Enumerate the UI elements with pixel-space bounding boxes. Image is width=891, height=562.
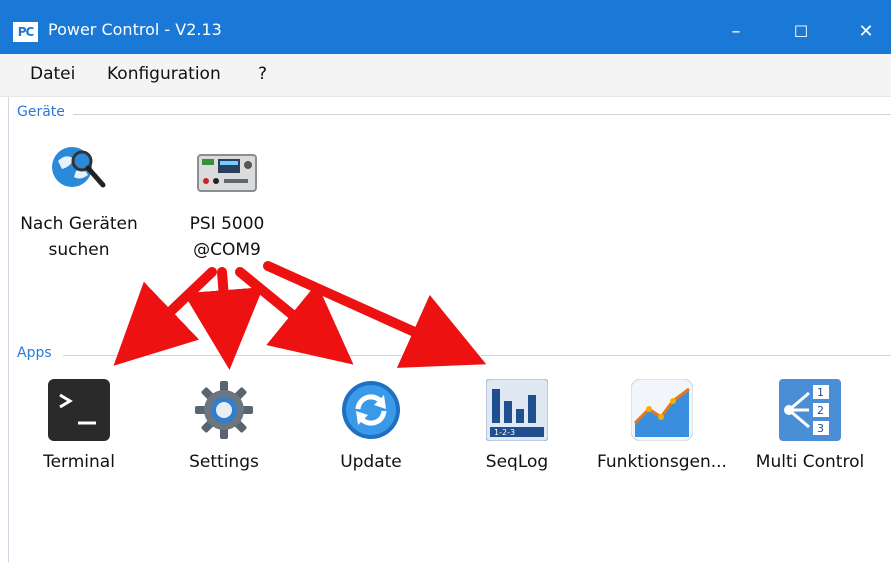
menu-datei[interactable]: Datei bbox=[30, 64, 75, 84]
section-apps-divider bbox=[63, 355, 891, 356]
title-bar: PC Power Control - V2.13 – ☐ ✕ bbox=[0, 0, 891, 54]
update-sync-icon bbox=[340, 379, 402, 441]
app-tile-multi-control[interactable]: 1 2 3 Multi Control bbox=[747, 379, 873, 475]
section-apps-title: Apps bbox=[17, 345, 52, 361]
menu-help[interactable]: ? bbox=[258, 64, 267, 84]
minimize-button[interactable]: – bbox=[713, 12, 759, 52]
app-tile-seqlog[interactable]: 1-2-3 SeqLog bbox=[477, 378, 557, 475]
seqlog-icon: 1-2-3 bbox=[485, 378, 549, 442]
svg-text:1-2-3: 1-2-3 bbox=[494, 428, 515, 437]
app-tile-settings[interactable]: Settings bbox=[184, 379, 264, 475]
svg-text:2: 2 bbox=[817, 404, 824, 417]
app-icon: PC bbox=[13, 22, 38, 42]
app-tile-settings-label: Settings bbox=[189, 452, 259, 472]
section-devices-title: Geräte bbox=[17, 104, 65, 120]
svg-text:1: 1 bbox=[817, 386, 824, 399]
svg-text:3: 3 bbox=[817, 422, 824, 435]
globe-search-icon bbox=[48, 141, 110, 203]
device-tile-search[interactable]: Nach Geräten suchen bbox=[9, 141, 149, 263]
menu-bar: Datei Konfiguration ? bbox=[0, 54, 891, 97]
device-tile-psi5000-label: PSI 5000 @COM9 bbox=[189, 214, 265, 260]
maximize-button[interactable]: ☐ bbox=[778, 12, 824, 52]
device-tile-psi5000[interactable]: PSI 5000 @COM9 bbox=[162, 141, 292, 263]
app-tile-function-generator-label: Funktionsgen... bbox=[597, 452, 727, 472]
app-tile-function-generator[interactable]: Funktionsgen... bbox=[587, 378, 737, 475]
app-tile-seqlog-label: SeqLog bbox=[485, 452, 549, 472]
function-generator-icon bbox=[630, 378, 694, 442]
app-tile-update[interactable]: Update bbox=[331, 379, 411, 475]
app-tile-terminal[interactable]: Terminal bbox=[39, 379, 119, 475]
power-supply-icon bbox=[196, 141, 258, 203]
app-tile-multi-control-label: Multi Control bbox=[755, 452, 865, 472]
window-title: Power Control - V2.13 bbox=[48, 20, 222, 39]
main-content: Geräte Nach Geräten suchen PSI 5000 @COM… bbox=[8, 97, 891, 562]
close-button[interactable]: ✕ bbox=[843, 12, 889, 52]
settings-gear-icon bbox=[193, 379, 255, 441]
multi-control-icon: 1 2 3 bbox=[779, 379, 841, 441]
section-devices-divider bbox=[73, 114, 891, 115]
app-tile-terminal-label: Terminal bbox=[43, 452, 115, 472]
app-tile-update-label: Update bbox=[340, 452, 402, 472]
device-tile-search-label: Nach Geräten suchen bbox=[20, 214, 138, 260]
menu-konfiguration[interactable]: Konfiguration bbox=[107, 64, 221, 84]
terminal-icon bbox=[48, 379, 110, 441]
